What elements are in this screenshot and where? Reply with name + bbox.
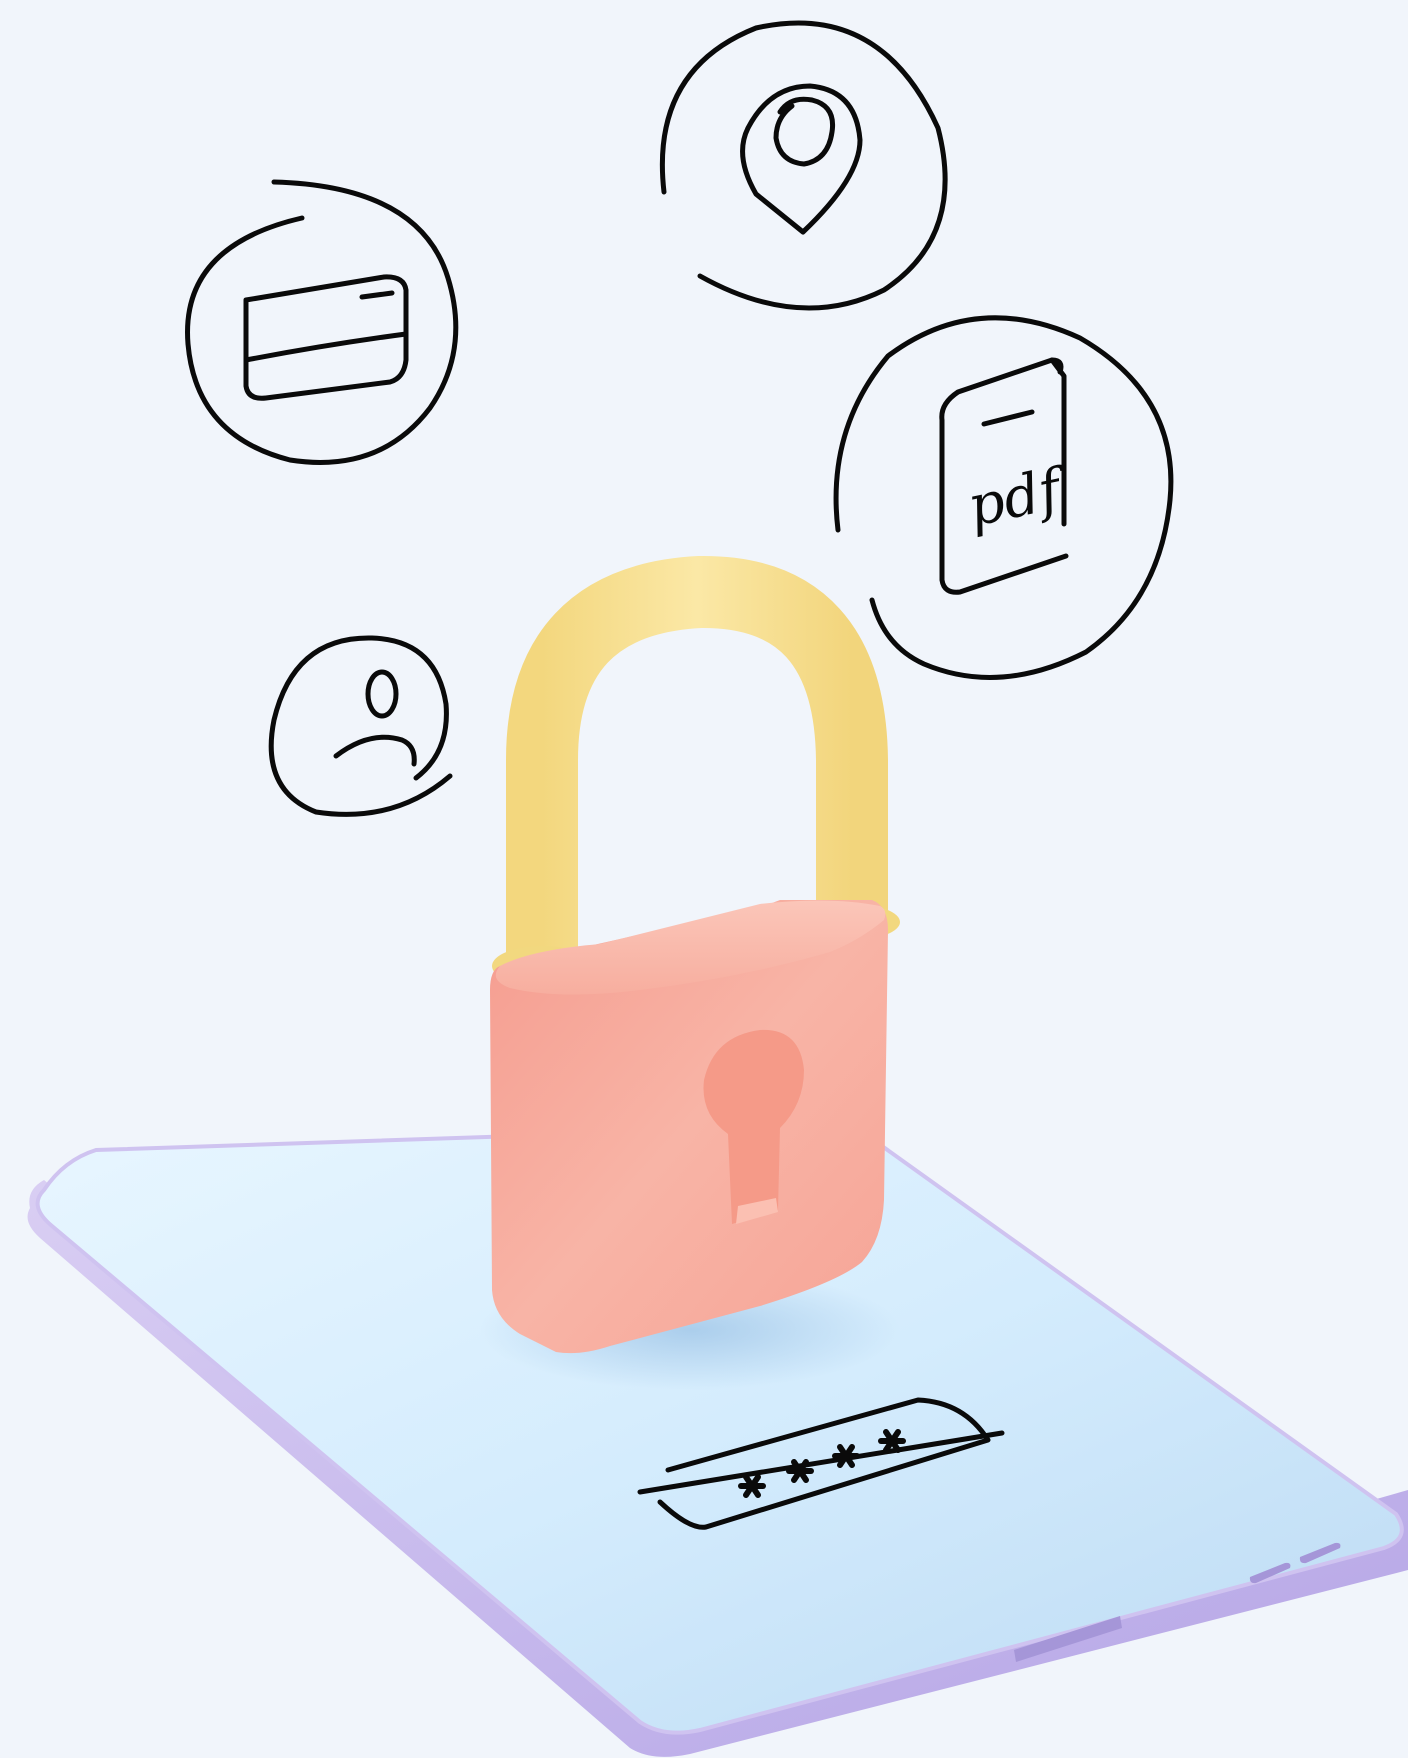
location-pin-icon xyxy=(659,20,948,311)
user-profile-icon xyxy=(268,635,453,817)
illustration-canvas: pdf xyxy=(27,20,1408,1757)
padlock-icon xyxy=(490,555,900,1354)
pdf-document-icon: pdf xyxy=(833,315,1174,680)
pdf-label: pdf xyxy=(962,455,1075,540)
credit-card-icon xyxy=(185,179,459,465)
security-illustration: pdf xyxy=(0,0,1408,1758)
